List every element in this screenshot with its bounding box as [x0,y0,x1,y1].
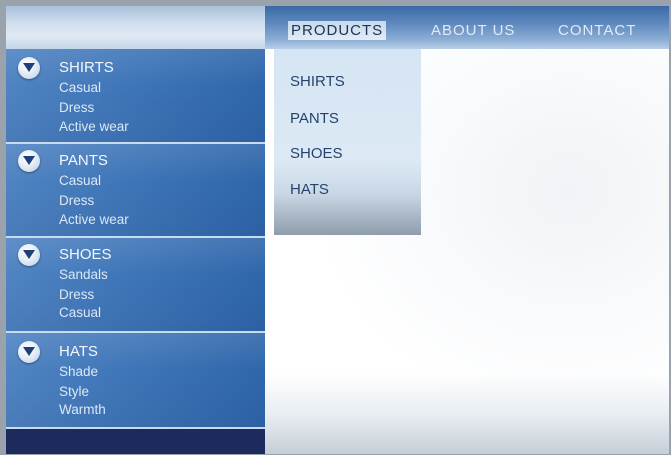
sidebar-title-shoes[interactable]: SHOES [59,246,112,263]
expand-button-pants[interactable] [18,150,40,172]
sidebar-sub-item[interactable]: Sandals [59,267,108,282]
sidebar-footer [6,429,265,454]
dropdown-item-shirts[interactable]: SHIRTS [290,73,345,90]
sidebar-sub-item[interactable]: Active wear [59,212,129,227]
sidebar-sub-item[interactable]: Dress [59,100,94,115]
sidebar-sub-item[interactable]: Casual [59,80,101,95]
app-frame: PRODUCTS ABOUT US CONTACT SHIRTS Casual … [6,6,669,454]
sidebar-sub-item[interactable]: Shade [59,364,98,379]
nav-item-contact[interactable]: CONTACT [558,22,636,39]
sidebar-sub-item[interactable]: Warmth [59,402,106,417]
sidebar-group-pants: PANTS Casual Dress Active wear [6,144,265,238]
products-dropdown: SHIRTS PANTS SHOES HATS [274,49,421,235]
sidebar-sub-item[interactable]: Active wear [59,119,129,134]
top-bar: PRODUCTS ABOUT US CONTACT [6,6,669,49]
nav-item-about-us[interactable]: ABOUT US [431,22,515,39]
sidebar-title-pants[interactable]: PANTS [59,152,108,169]
expand-button-shoes[interactable] [18,244,40,266]
top-nav: PRODUCTS ABOUT US CONTACT [265,6,669,49]
sidebar-group-shirts: SHIRTS Casual Dress Active wear [6,49,265,144]
dropdown-item-shoes[interactable]: SHOES [290,145,343,162]
expand-button-shirts[interactable] [18,57,40,79]
chevron-down-icon [23,347,35,356]
sidebar-sub-item[interactable]: Dress [59,193,94,208]
sidebar-sub-item[interactable]: Style [59,384,89,399]
sidebar-title-hats[interactable]: HATS [59,343,98,360]
expand-button-hats[interactable] [18,341,40,363]
sidebar-sub-item[interactable]: Dress [59,287,94,302]
sidebar-sub-item[interactable]: Casual [59,173,101,188]
sidebar-group-hats: HATS Shade Style Warmth [6,333,265,429]
chevron-down-icon [23,63,35,72]
sidebar: SHIRTS Casual Dress Active wear PANTS Ca… [6,49,265,454]
sidebar-title-shirts[interactable]: SHIRTS [59,59,114,76]
top-bar-left [6,6,265,49]
dropdown-item-pants[interactable]: PANTS [290,110,339,127]
sidebar-sub-item[interactable]: Casual [59,305,101,320]
sidebar-group-shoes: SHOES Sandals Dress Casual [6,238,265,333]
nav-item-products[interactable]: PRODUCTS [288,21,387,40]
chevron-down-icon [23,156,35,165]
chevron-down-icon [23,250,35,259]
dropdown-item-hats[interactable]: HATS [290,181,329,198]
